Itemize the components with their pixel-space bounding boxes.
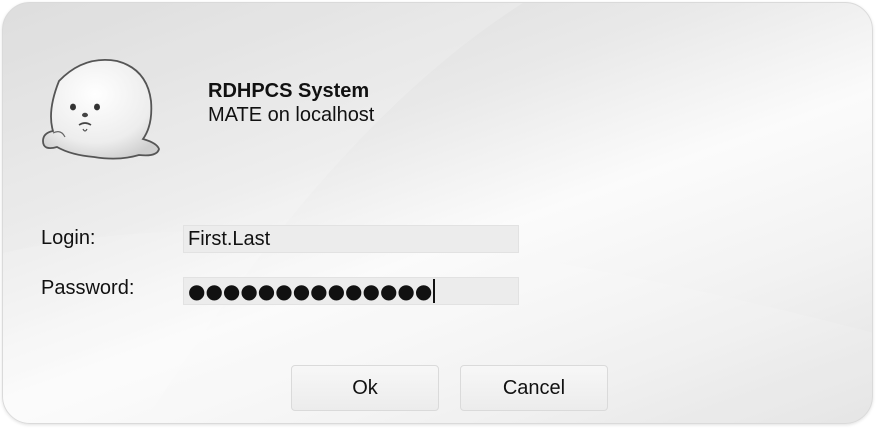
password-mask: ●●●●●●●●●●●●●● (188, 279, 433, 303)
login-dialog: RDHPCS System MATE on localhost Login: F… (2, 2, 873, 424)
login-field[interactable]: First.Last (183, 225, 519, 253)
login-field-value: First.Last (188, 228, 271, 250)
login-label: Login: (41, 227, 96, 249)
ok-button[interactable]: Ok (291, 365, 439, 411)
cancel-button[interactable]: Cancel (460, 365, 608, 411)
app-title: RDHPCS System (208, 80, 370, 102)
password-field[interactable]: ●●●●●●●●●●●●●● (183, 277, 519, 305)
app-subtitle: MATE on localhost (208, 104, 375, 126)
seal-mascot-icon (42, 59, 160, 160)
password-label: Password: (41, 277, 135, 299)
title-block: RDHPCS System MATE on localhost (208, 79, 374, 127)
text-caret (433, 279, 436, 303)
